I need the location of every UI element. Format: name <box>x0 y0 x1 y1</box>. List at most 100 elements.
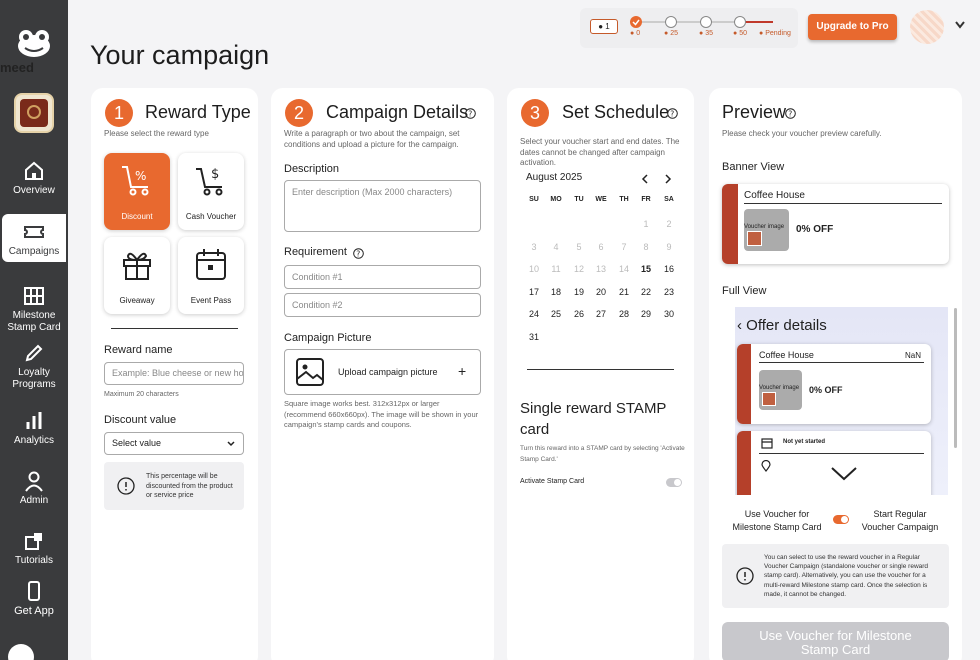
calendar-day[interactable]: 19 <box>569 287 589 297</box>
svg-text:?: ? <box>670 110 674 119</box>
weekday-header: SU <box>529 196 539 203</box>
image-icon <box>296 358 324 386</box>
brand-name: meed <box>0 60 34 75</box>
store-name: Coffee House <box>744 190 805 201</box>
nav-overview[interactable]: Overview <box>0 160 68 197</box>
reward-name-input[interactable]: Example: Blue cheese or new ho <box>104 362 244 385</box>
avatar[interactable] <box>910 10 944 44</box>
calendar-day[interactable]: 23 <box>659 287 679 297</box>
chevron-down-icon[interactable] <box>829 465 859 483</box>
offer-details-title: ‹ Offer details <box>737 317 827 334</box>
calendar-day[interactable]: 15 <box>636 264 656 274</box>
calendar-day[interactable]: 29 <box>636 309 656 319</box>
preview-card: Preview ? Please check your voucher prev… <box>709 88 962 660</box>
calendar-day[interactable]: 20 <box>591 287 611 297</box>
tile-label: Cash Voucher <box>185 212 237 221</box>
voucher-card: Coffee House NaN Voucher image 0% OFF <box>737 344 931 424</box>
nav-label: Loyalty Programs <box>12 367 56 390</box>
help-bubble-icon[interactable] <box>8 644 34 660</box>
upgrade-button[interactable]: Upgrade to Pro <box>808 14 897 40</box>
calendar-day: 11 <box>551 264 561 274</box>
calendar-day[interactable]: 22 <box>636 287 656 297</box>
nav-analytics[interactable]: Analytics <box>0 410 68 447</box>
phone-icon <box>28 581 40 601</box>
store-name: Coffee House <box>759 350 814 360</box>
nav-label: Get App <box>14 605 54 617</box>
nav-admin[interactable]: Admin <box>0 470 68 507</box>
nav-label: Milestone Stamp Card <box>7 310 61 333</box>
reward-type-event-pass[interactable]: Event Pass <box>178 237 244 314</box>
nav-label: Admin <box>19 495 49 506</box>
campaign-details-card: 2 Campaign Details ? Write a paragraph o… <box>271 88 494 660</box>
step-label: ● 35 <box>699 30 713 37</box>
calendar-day[interactable]: 16 <box>659 264 679 274</box>
activate-stamp-toggle[interactable] <box>666 478 682 487</box>
step-label: ● 0 <box>630 30 641 37</box>
calendar-day[interactable]: 25 <box>546 309 566 319</box>
help-icon[interactable]: ? <box>353 248 364 259</box>
svg-text:%: % <box>135 169 146 183</box>
mode-info-box: You can select to use the reward voucher… <box>722 544 949 608</box>
help-icon[interactable]: ? <box>667 108 678 119</box>
calendar-day: 10 <box>528 264 539 274</box>
description-textarea[interactable]: Enter description (Max 2000 characters) <box>284 180 481 232</box>
upload-picture-button[interactable]: Upload campaign picture + <box>284 349 481 395</box>
weekday-header: WE <box>595 196 607 203</box>
info-text: You can select to use the reward voucher… <box>764 554 929 598</box>
calendar-day[interactable]: 28 <box>614 309 634 319</box>
step-number: 3 <box>521 99 549 127</box>
brand-logo[interactable]: meed <box>0 28 68 75</box>
calendar-day[interactable]: 27 <box>591 309 611 319</box>
set-schedule-card: 3 Set Schedule ? Select your voucher sta… <box>507 88 694 660</box>
chevron-down-icon[interactable] <box>954 20 966 30</box>
info-icon <box>736 567 754 585</box>
calendar-day: 13 <box>595 264 606 274</box>
divider <box>527 369 674 370</box>
stamp-card-subtitle: Turn this reward into a STAMP card by se… <box>520 445 685 463</box>
location-pin-icon <box>761 460 771 472</box>
nav-campaigns[interactable]: Campaigns <box>2 214 66 262</box>
campaign-mode-toggle[interactable] <box>833 515 849 524</box>
nav-get-app[interactable]: Get App <box>0 580 68 617</box>
calendar-day: 7 <box>621 241 627 252</box>
gift-icon <box>123 252 151 280</box>
nav-tutorials[interactable]: Tutorials <box>0 530 68 567</box>
ticket-icon <box>24 226 44 238</box>
calendar-day[interactable]: 24 <box>524 309 544 319</box>
svg-text:?: ? <box>468 110 472 119</box>
calendar-day[interactable]: 17 <box>524 287 544 297</box>
chevron-right-icon[interactable] <box>664 174 672 184</box>
condition-2-input[interactable]: Condition #2 <box>284 293 481 317</box>
help-icon[interactable]: ? <box>465 108 476 119</box>
reward-type-cash-voucher[interactable]: $ Cash Voucher <box>178 153 244 230</box>
condition-1-input[interactable]: Condition #1 <box>284 265 481 289</box>
nav-milestone[interactable]: Milestone Stamp Card <box>0 285 68 334</box>
milestone-progress-bar: ● 1 ● 0 ● 25 ● 35 ● 50 ● Pending <box>580 8 798 48</box>
calendar-day: 1 <box>643 219 649 229</box>
discount-cart-icon: % <box>122 166 149 196</box>
card-subtitle: Write a paragraph or two about the campa… <box>284 129 460 149</box>
details-card: Not yet started <box>737 431 931 495</box>
reward-type-discount[interactable]: % Discount <box>104 153 170 230</box>
store-avatar[interactable] <box>14 93 54 133</box>
reward-type-giveaway[interactable]: Giveaway <box>104 237 170 314</box>
scrollbar[interactable] <box>954 308 957 448</box>
card-subtitle: Please select the reward type <box>104 129 209 138</box>
nav-loyalty[interactable]: Loyalty Programs <box>0 342 68 391</box>
calendar-day[interactable]: 21 <box>614 287 634 297</box>
user-icon <box>25 471 43 492</box>
use-voucher-milestone-button[interactable]: Use Voucher for Milestone Stamp Card <box>722 622 949 660</box>
help-icon[interactable]: ? <box>785 108 796 119</box>
tutorial-icon <box>25 533 42 550</box>
calendar-day[interactable]: 31 <box>524 332 544 342</box>
full-view-label: Full View <box>722 285 767 297</box>
grid-icon <box>24 287 44 305</box>
nav-label: Overview <box>13 185 55 196</box>
chevron-left-icon[interactable] <box>641 174 649 184</box>
activate-stamp-label: Activate Stamp Card <box>520 478 585 485</box>
calendar-day[interactable]: 30 <box>659 309 679 319</box>
calendar-day[interactable]: 26 <box>569 309 589 319</box>
upload-label: Upload campaign picture <box>338 367 438 377</box>
discount-select[interactable]: Select value <box>104 432 244 455</box>
calendar-day[interactable]: 18 <box>546 287 566 297</box>
